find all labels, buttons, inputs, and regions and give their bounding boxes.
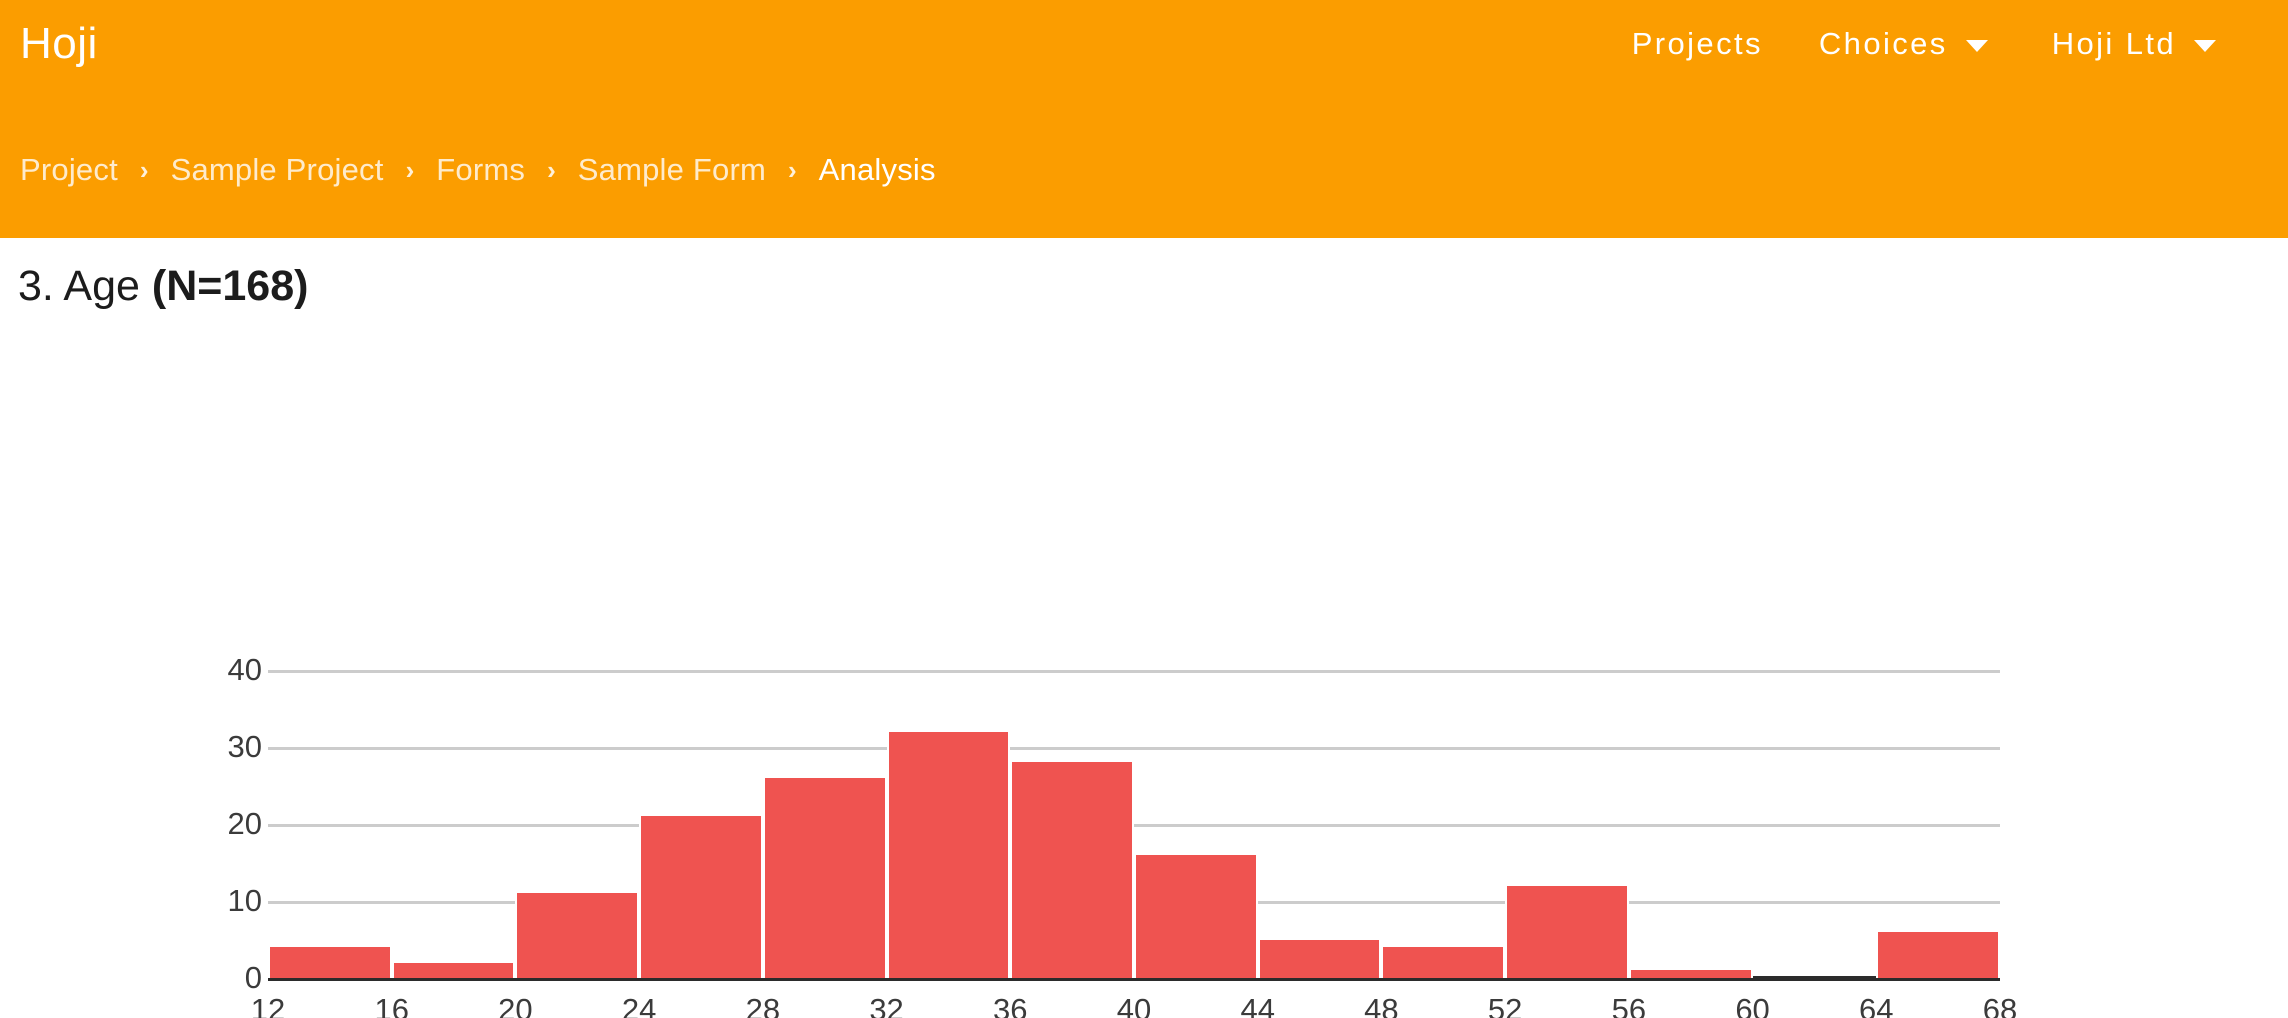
x-tick-12: 12: [250, 992, 286, 1018]
bar-cell: [1381, 670, 1506, 978]
bar-64-68[interactable]: [1876, 931, 2001, 978]
breadcrumb-separator-icon: ›: [405, 155, 415, 185]
top-navigation-bar: Hoji Projects Choices Hoji Ltd Project ›…: [0, 0, 2288, 238]
x-tick-68: 68: [1982, 992, 2018, 1018]
bar-16-20[interactable]: [391, 962, 516, 978]
x-tick-28: 28: [745, 992, 781, 1018]
nav-item-projects[interactable]: Projects: [1604, 20, 1791, 68]
y-tick-30: 30: [227, 729, 262, 764]
breadcrumb-item-sample-form[interactable]: Sample Form: [578, 148, 766, 192]
bar-52-56[interactable]: [1505, 885, 1629, 978]
x-tick-44: 44: [1240, 992, 1275, 1018]
breadcrumb-item-sample-project[interactable]: Sample Project: [171, 148, 384, 192]
chevron-down-icon: [1965, 39, 1988, 52]
bar-cell: [1876, 670, 2001, 978]
x-tick-40: 40: [1116, 992, 1152, 1018]
chart-bars: [268, 670, 2001, 978]
bar-28-32[interactable]: [762, 777, 887, 978]
y-tick-0: 0: [244, 960, 262, 995]
y-tick-40: 40: [227, 652, 262, 687]
bar-20-24[interactable]: [515, 893, 640, 978]
nav-item-hoji-ltd-label: Hoji Ltd: [2051, 26, 2176, 61]
page-title-count: (N=168): [151, 262, 309, 310]
page-title-label: 3. Age: [18, 262, 152, 310]
breadcrumb: Project › Sample Project › Forms › Sampl…: [20, 148, 936, 192]
x-tick-20: 20: [498, 992, 533, 1018]
nav-row: Hoji Projects Choices Hoji Ltd: [0, 0, 2288, 90]
histogram-chart: 0 10 20 30 40 12 16 20 24 28 32 36 40 44 48 52 56 60 64 68: [0, 388, 2288, 1018]
bar-cell: [1753, 670, 1877, 978]
nav-item-choices-label: Choices: [1818, 26, 1948, 61]
breadcrumb-separator-icon: ›: [788, 155, 797, 185]
nav-item-choices[interactable]: Choices: [1791, 20, 2024, 68]
breadcrumb-separator-icon: ›: [547, 155, 556, 185]
bar-48-52[interactable]: [1381, 947, 1506, 978]
bar-cell: [762, 670, 887, 978]
bar-44-48[interactable]: [1257, 939, 1382, 978]
bar-cell: [391, 670, 516, 978]
bar-36-40[interactable]: [1010, 762, 1135, 978]
bar-56-60[interactable]: [1628, 970, 1753, 978]
bar-cell: [268, 670, 392, 978]
nav-item-hoji-ltd[interactable]: Hoji Ltd: [2024, 20, 2252, 68]
bar-cell: [1505, 670, 1629, 978]
breadcrumb-separator-icon: ›: [139, 155, 149, 185]
bar-cell: [886, 670, 1011, 978]
brand-logo[interactable]: Hoji: [20, 16, 98, 72]
bar-40-44[interactable]: [1134, 854, 1258, 978]
x-tick-24: 24: [621, 992, 657, 1018]
bar-12-16[interactable]: [268, 947, 392, 978]
y-tick-10: 10: [227, 883, 262, 918]
x-tick-52: 52: [1487, 992, 1523, 1018]
bar-cell: [1010, 670, 1135, 978]
x-tick-36: 36: [993, 992, 1028, 1018]
x-tick-64: 64: [1859, 992, 1894, 1018]
bar-32-36[interactable]: [886, 731, 1011, 978]
primary-navigation: Projects Choices Hoji Ltd: [1604, 20, 2252, 68]
x-tick-60: 60: [1735, 992, 1770, 1018]
x-tick-16: 16: [374, 992, 409, 1018]
page-title: 3. Age (N=168): [18, 258, 308, 314]
y-tick-20: 20: [227, 806, 262, 841]
x-tick-48: 48: [1364, 992, 1399, 1018]
bar-cell: [1257, 670, 1382, 978]
breadcrumb-item-project[interactable]: Project: [20, 148, 118, 192]
bar-cell: [639, 670, 763, 978]
bar-cell: [515, 670, 640, 978]
x-tick-56: 56: [1611, 992, 1647, 1018]
x-tick-32: 32: [869, 992, 904, 1018]
chevron-down-icon: [2194, 39, 2216, 52]
bar-cell: [1134, 670, 1258, 978]
breadcrumb-item-forms[interactable]: Forms: [436, 148, 525, 192]
bar-cell: [1628, 670, 1753, 978]
breadcrumb-item-analysis: Analysis: [818, 152, 936, 187]
bar-24-28[interactable]: [639, 816, 763, 978]
